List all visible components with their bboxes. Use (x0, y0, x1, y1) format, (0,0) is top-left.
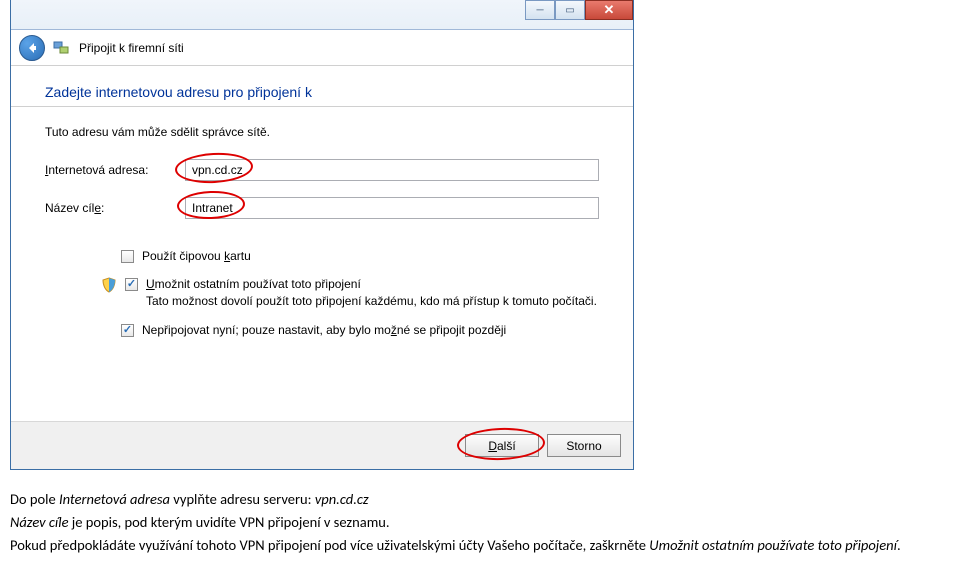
input-wrap-dest (185, 197, 599, 219)
row-connect-later: Nepřipojovat nyní; pouze nastavit, aby b… (45, 323, 599, 337)
instruction-line-3: Pokud předpokládáte využívání tohoto VPN… (10, 534, 930, 557)
allow-others-desc: Tato možnost dovolí použít toto připojen… (146, 293, 599, 309)
allow-others-label: Umožnit ostatním používat toto připojení (146, 277, 599, 291)
checkbox-section: Použít čipovou kartu Umožnit ostatním po… (45, 249, 599, 337)
next-button[interactable]: Další (465, 434, 539, 457)
footer: Další Storno (11, 421, 633, 469)
back-button[interactable] (19, 35, 45, 61)
shield-icon (101, 277, 117, 293)
wizard-window: ─ ▭ ✕ Připojit k firemní síti Zadejte in… (10, 0, 634, 470)
row-smartcard: Použít čipovou kartu (45, 249, 599, 263)
divider (11, 106, 633, 107)
connect-later-checkbox[interactable] (121, 324, 134, 337)
titlebar: ─ ▭ ✕ (11, 0, 633, 30)
row-internet-address: Internetová adresa: (45, 159, 599, 181)
destination-name-input[interactable] (185, 197, 599, 219)
input-wrap-address (185, 159, 599, 181)
instruction-line-1: Do pole Internetová adresa vyplňte adres… (10, 488, 930, 511)
header-title: Připojit k firemní síti (79, 41, 184, 55)
header-bar: Připojit k firemní síti (11, 30, 633, 66)
network-icon (53, 39, 71, 57)
maximize-button[interactable]: ▭ (555, 0, 585, 20)
next-button-wrap: Další (465, 434, 539, 457)
minimize-button[interactable]: ─ (525, 0, 555, 20)
smartcard-label: Použít čipovou kartu (142, 249, 599, 263)
arrow-left-icon (25, 41, 39, 55)
allow-others-checkbox[interactable] (125, 278, 138, 291)
connect-later-label: Nepřipojovat nyní; pouze nastavit, aby b… (142, 323, 599, 337)
smartcard-checkbox[interactable] (121, 250, 134, 263)
page-heading: Zadejte internetovou adresu pro připojen… (45, 84, 599, 100)
label-destination-name: Název cíle: (45, 201, 185, 215)
label-internet-address: Internetová adresa: (45, 163, 185, 177)
content-area: Zadejte internetovou adresu pro připojen… (11, 66, 633, 363)
instruction-text: Do pole Internetová adresa vyplňte adres… (10, 488, 930, 558)
row-allow-others: Umožnit ostatním používat toto připojení… (45, 277, 599, 309)
close-button[interactable]: ✕ (585, 0, 633, 20)
internet-address-input[interactable] (185, 159, 599, 181)
cancel-button[interactable]: Storno (547, 434, 621, 457)
row-destination-name: Název cíle: (45, 197, 599, 219)
window-controls: ─ ▭ ✕ (525, 0, 633, 20)
hint-text: Tuto adresu vám může sdělit správce sítě… (45, 125, 599, 139)
instruction-line-2: Název cíle je popis, pod kterým uvidíte … (10, 511, 930, 534)
